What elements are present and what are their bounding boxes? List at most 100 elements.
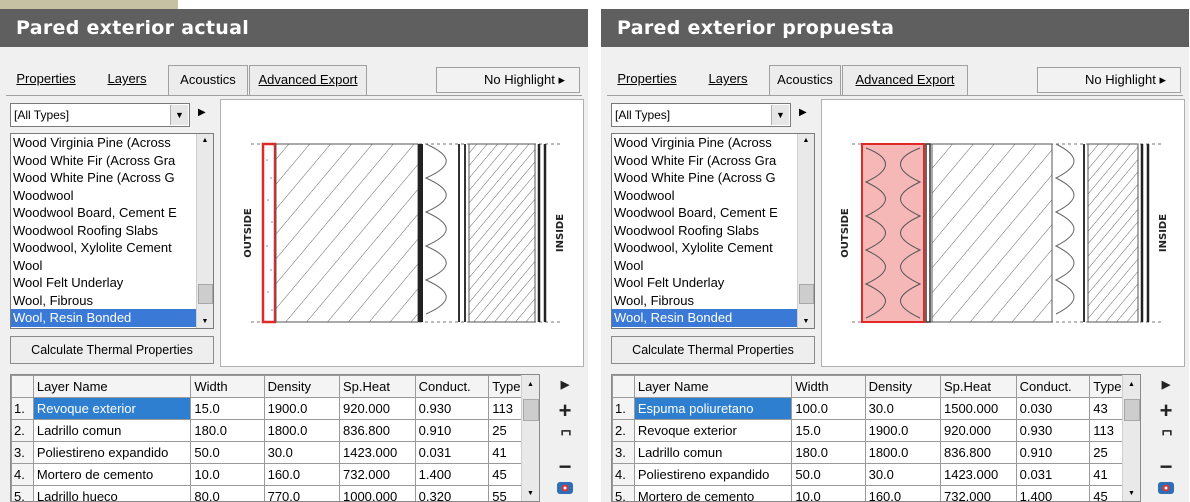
cell-density[interactable]: 160.0 xyxy=(263,463,340,486)
scroll-up-icon[interactable]: ▲ xyxy=(197,137,213,144)
list-item[interactable]: Woodwool Board, Cement E xyxy=(11,204,197,222)
tab-properties[interactable]: Properties xyxy=(6,65,86,95)
scroll-down-icon[interactable]: ▼ xyxy=(798,318,814,325)
cell-width[interactable]: 180.0 xyxy=(190,419,265,442)
list-item[interactable]: Wool xyxy=(612,257,798,275)
cell-layer-name[interactable]: Poliestireno expandido xyxy=(32,441,192,464)
cell-spheat[interactable]: 1423.000 xyxy=(939,463,1017,486)
table-row[interactable]: 2. Revoque exterior 15.0 1900.0 920.000 … xyxy=(612,419,1140,442)
column-header[interactable]: Density xyxy=(864,375,941,398)
next-arrow-icon[interactable]: ▶ xyxy=(1147,378,1185,391)
list-item[interactable]: Wool, Fibrous xyxy=(11,292,197,310)
scroll-up-icon[interactable]: ▲ xyxy=(522,381,539,388)
remove-layer-icon[interactable]: − xyxy=(1147,454,1185,480)
expand-icon[interactable]: ⌜⌝ xyxy=(1147,428,1185,445)
list-item[interactable]: Woodwool xyxy=(11,187,197,205)
list-item[interactable]: Wood White Pine (Across G xyxy=(11,169,197,187)
tab-advanced-export[interactable]: Advanced Export xyxy=(249,65,367,95)
list-item[interactable]: Wood Virginia Pine (Across xyxy=(11,134,197,152)
tab-layers[interactable]: Layers xyxy=(92,65,162,95)
scroll-thumb[interactable] xyxy=(523,399,539,421)
cell-conduct[interactable]: 0.031 xyxy=(1015,463,1091,486)
table-row[interactable]: 1. Espuma poliuretano 100.0 30.0 1500.00… xyxy=(612,397,1140,420)
list-item[interactable]: Wood White Fir (Across Gra xyxy=(11,152,197,170)
cell-spheat[interactable]: 920.000 xyxy=(338,397,416,420)
remove-layer-icon[interactable]: − xyxy=(546,454,584,480)
table-row[interactable]: 1. Revoque exterior 15.0 1900.0 920.000 … xyxy=(11,397,539,420)
type-filter-select[interactable]: [All Types] ▼ xyxy=(10,103,190,127)
scroll-up-icon[interactable]: ▲ xyxy=(1123,381,1140,388)
material-list[interactable]: Wood Virginia Pine (Across Wood White Fi… xyxy=(10,133,214,329)
column-header[interactable]: Layer Name xyxy=(633,375,793,398)
list-item[interactable]: Woodwool xyxy=(612,187,798,205)
list-item[interactable]: Wool Felt Underlay xyxy=(612,274,798,292)
list-item[interactable]: Woodwool Board, Cement E xyxy=(612,204,798,222)
tab-properties[interactable]: Properties xyxy=(607,65,687,95)
cell-width[interactable]: 50.0 xyxy=(791,463,866,486)
table-scrollbar[interactable]: ▲ ▼ xyxy=(521,375,539,501)
cell-layer-name[interactable]: Revoque exterior xyxy=(32,397,192,420)
cell-conduct[interactable]: 1.400 xyxy=(414,463,490,486)
cell-spheat[interactable]: 836.800 xyxy=(338,419,416,442)
table-row[interactable]: 4. Mortero de cemento 10.0 160.0 732.000… xyxy=(11,463,539,486)
scroll-thumb[interactable] xyxy=(198,284,213,304)
list-scrollbar[interactable]: ▲ ▼ xyxy=(797,134,814,328)
add-layer-icon[interactable]: + xyxy=(546,398,584,424)
cell-conduct[interactable]: 0.930 xyxy=(1015,419,1091,442)
cell-density[interactable]: 1800.0 xyxy=(864,441,941,464)
tab-acoustics[interactable]: Acoustics xyxy=(769,65,841,95)
cell-spheat[interactable]: 836.800 xyxy=(939,441,1017,464)
cell-layer-name[interactable]: Mortero de cemento xyxy=(32,463,192,486)
scroll-thumb[interactable] xyxy=(1124,399,1140,421)
cell-density[interactable]: 30.0 xyxy=(263,441,340,464)
list-item[interactable]: Woodwool, Xylolite Cement xyxy=(11,239,197,257)
cell-conduct[interactable]: 0.320 xyxy=(414,485,490,501)
cell-spheat[interactable]: 920.000 xyxy=(939,419,1017,442)
column-header[interactable]: Sp.Heat xyxy=(939,375,1017,398)
scroll-down-icon[interactable]: ▼ xyxy=(1123,490,1140,497)
column-header[interactable]: Conduct. xyxy=(414,375,490,398)
cell-width[interactable]: 10.0 xyxy=(190,463,265,486)
table-row[interactable]: 3. Poliestireno expandido 50.0 30.0 1423… xyxy=(11,441,539,464)
list-item[interactable]: Woodwool Roofing Slabs xyxy=(612,222,798,240)
table-scrollbar[interactable]: ▲ ▼ xyxy=(1122,375,1140,501)
scroll-thumb[interactable] xyxy=(799,284,814,304)
column-header[interactable]: Width xyxy=(791,375,866,398)
calculate-thermal-button[interactable]: Calculate Thermal Properties xyxy=(611,336,815,364)
tab-layers[interactable]: Layers xyxy=(693,65,763,95)
view-icon[interactable] xyxy=(546,480,584,501)
expand-icon[interactable]: ⌜⌝ xyxy=(546,428,584,445)
next-arrow-icon[interactable]: ▶ xyxy=(546,378,584,391)
cell-spheat[interactable]: 732.000 xyxy=(939,485,1017,501)
list-item[interactable]: Wood White Fir (Across Gra xyxy=(612,152,798,170)
scroll-down-icon[interactable]: ▼ xyxy=(522,490,539,497)
table-row[interactable]: 2. Ladrillo comun 180.0 1800.0 836.800 0… xyxy=(11,419,539,442)
cell-density[interactable]: 770.0 xyxy=(263,485,340,501)
column-header[interactable]: Density xyxy=(263,375,340,398)
cell-density[interactable]: 1900.0 xyxy=(263,397,340,420)
next-arrow-icon[interactable]: ▶ xyxy=(198,107,206,118)
list-item[interactable]: Woodwool Roofing Slabs xyxy=(11,222,197,240)
column-header[interactable]: Conduct. xyxy=(1015,375,1091,398)
add-layer-icon[interactable]: + xyxy=(1147,398,1185,424)
no-highlight-button[interactable]: No Highlight ▸ xyxy=(1037,67,1181,93)
scroll-up-icon[interactable]: ▲ xyxy=(798,137,814,144)
layers-table[interactable]: Layer Name Width Density Sp.Heat Conduct… xyxy=(10,374,540,502)
cell-conduct[interactable]: 0.031 xyxy=(414,441,490,464)
cell-layer-name[interactable]: Espuma poliuretano xyxy=(633,397,793,420)
cell-spheat[interactable]: 732.000 xyxy=(338,463,416,486)
next-arrow-icon[interactable]: ▶ xyxy=(799,107,807,118)
cell-width[interactable]: 100.0 xyxy=(791,397,866,420)
cell-conduct[interactable]: 0.030 xyxy=(1015,397,1091,420)
type-filter-select[interactable]: [All Types] ▼ xyxy=(611,103,791,127)
list-item-selected[interactable]: Wool, Resin Bonded xyxy=(11,309,197,327)
column-header[interactable]: Layer Name xyxy=(32,375,192,398)
cell-width[interactable]: 10.0 xyxy=(791,485,866,501)
cell-density[interactable]: 1900.0 xyxy=(864,419,941,442)
calculate-thermal-button[interactable]: Calculate Thermal Properties xyxy=(10,336,214,364)
cell-conduct[interactable]: 0.910 xyxy=(1015,441,1091,464)
cell-width[interactable]: 80.0 xyxy=(190,485,265,501)
cell-layer-name[interactable]: Ladrillo comun xyxy=(633,441,793,464)
list-item[interactable]: Woodwool, Xylolite Cement xyxy=(612,239,798,257)
chevron-down-icon[interactable]: ▼ xyxy=(170,105,188,125)
